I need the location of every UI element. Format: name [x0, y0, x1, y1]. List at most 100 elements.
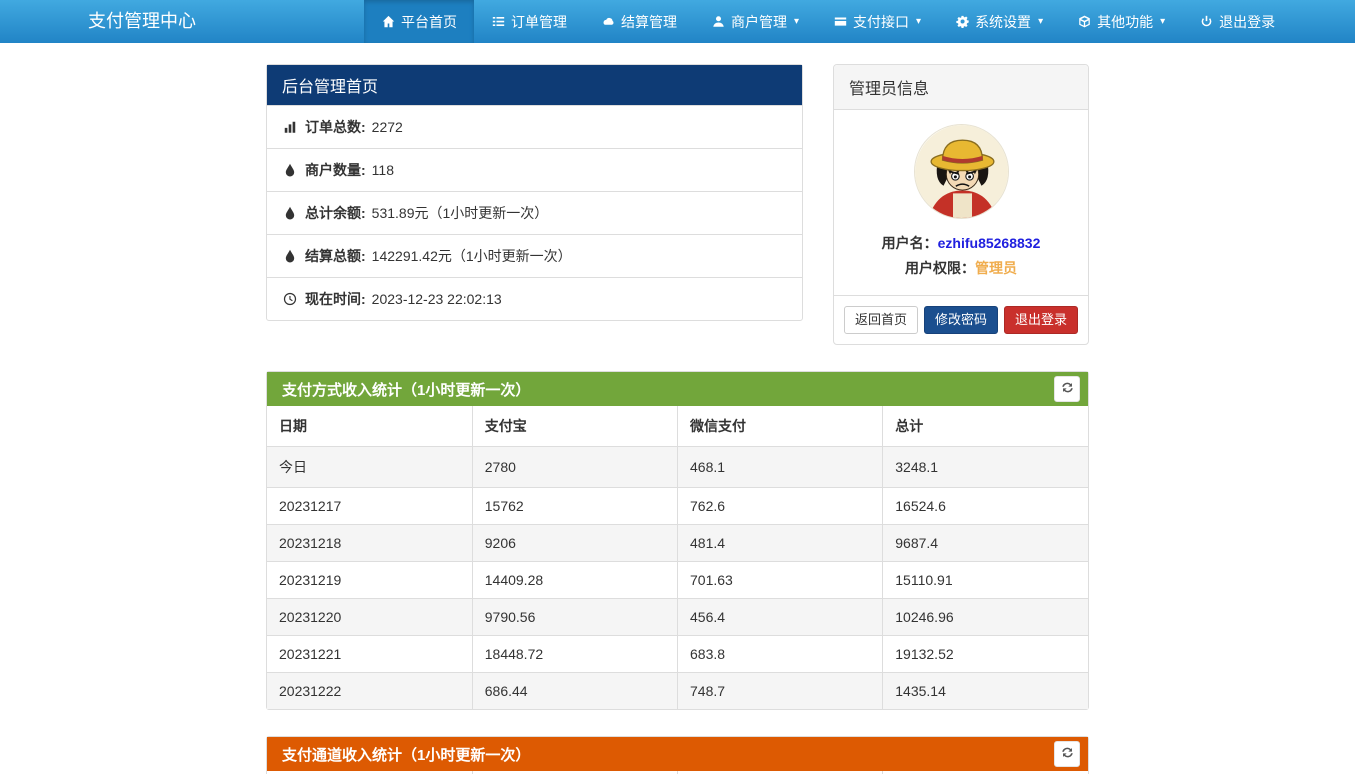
table-row: 今日 2780 468.1 3248.1 [267, 447, 1088, 488]
table-cell: 20231217 [267, 488, 472, 525]
nav-item-label: 支付接口 [853, 12, 909, 32]
table-cell: 18448.72 [472, 636, 677, 673]
cloud-icon [601, 15, 615, 29]
chevron-down-icon: ▾ [1160, 16, 1165, 27]
avatar [914, 124, 1009, 219]
table-cell: 20231218 [267, 525, 472, 562]
table-cell: 14409.28 [472, 562, 677, 599]
username-label: 用户名： [882, 235, 938, 251]
chevron-down-icon: ▾ [794, 16, 799, 27]
table-row: 20231221 18448.72 683.8 19132.52 [267, 636, 1088, 673]
table-header-cell: 日期 [267, 406, 472, 447]
table-cell: 15110.91 [883, 562, 1088, 599]
table-cell: 686.44 [472, 673, 677, 710]
chevron-down-icon: ▾ [916, 16, 921, 27]
table-cell: 468.1 [678, 447, 883, 488]
role-badge: 管理员 [975, 260, 1017, 276]
power-icon [1199, 15, 1213, 29]
table-header-cell: 微信支付 [678, 406, 883, 447]
stat-value: 531.89元（1小时更新一次） [372, 203, 549, 223]
refresh-icon [1061, 746, 1074, 762]
chevron-down-icon: ▾ [1038, 16, 1043, 27]
table-cell: 10246.96 [883, 599, 1088, 636]
username-link[interactable]: ezhifu85268832 [938, 235, 1041, 251]
stat-label: 结算总额: [305, 246, 366, 266]
table-cell: 19132.52 [883, 636, 1088, 673]
table-cell: 今日 [267, 447, 472, 488]
user-icon [711, 15, 725, 29]
payment-channel-income-panel: 支付通道收入统计（1小时更新一次） 日期 微信支付 支付宝1 总计 [266, 736, 1089, 774]
payment-method-income-title: 支付方式收入统计（1小时更新一次） [282, 379, 530, 400]
nav-item-label: 订单管理 [511, 12, 567, 32]
stat-label: 总计余额: [305, 203, 366, 223]
table-cell: 3248.1 [883, 447, 1088, 488]
refresh-button[interactable] [1054, 741, 1080, 767]
dashboard-panel-title: 后台管理首页 [267, 65, 802, 105]
table-row: 20231219 14409.28 701.63 15110.91 [267, 562, 1088, 599]
nav-item-merchant-management[interactable]: 商户管理 ▾ [694, 0, 816, 43]
change-password-button[interactable]: 修改密码 [924, 306, 998, 334]
page-content: 后台管理首页 订单总数: 2272 商户数量: 118 总计余额: 531.89… [266, 64, 1089, 774]
table-cell: 683.8 [678, 636, 883, 673]
table-header-row: 日期 支付宝 微信支付 总计 [267, 406, 1088, 447]
table-cell: 20231220 [267, 599, 472, 636]
gear-icon [955, 15, 969, 29]
admin-panel-title: 管理员信息 [834, 65, 1088, 110]
admin-actions: 返回首页 修改密码 退出登录 [834, 295, 1088, 344]
table-row: 20231217 15762 762.6 16524.6 [267, 488, 1088, 525]
nav-item-label: 商户管理 [731, 12, 787, 32]
table-header-cell: 支付宝 [472, 406, 677, 447]
stat-row-settlement-total: 结算总额: 142291.42元（1小时更新一次） [267, 234, 802, 277]
role-label: 用户权限： [905, 260, 975, 276]
table-cell: 9206 [472, 525, 677, 562]
admin-info-panel: 管理员信息 [833, 64, 1089, 345]
bar-chart-icon [282, 120, 297, 135]
droplet-icon [282, 249, 297, 264]
stat-row-current-time: 现在时间: 2023-12-23 22:02:13 [267, 277, 802, 320]
nav-item-system-settings[interactable]: 系统设置 ▾ [938, 0, 1060, 43]
nav-item-platform-home[interactable]: 平台首页 [364, 0, 474, 43]
droplet-icon [282, 163, 297, 178]
nav-item-payment-interface[interactable]: 支付接口 ▾ [816, 0, 938, 43]
nav-item-label: 平台首页 [401, 12, 457, 32]
cube-icon [1077, 15, 1091, 29]
stat-row-total-balance: 总计余额: 531.89元（1小时更新一次） [267, 191, 802, 234]
table-cell: 481.4 [678, 525, 883, 562]
username-row: 用户名：ezhifu85268832 [844, 233, 1078, 253]
table-cell: 16524.6 [883, 488, 1088, 525]
payment-method-income-panel: 支付方式收入统计（1小时更新一次） 日期 支付宝 微信支付 总计 今日 2780… [266, 371, 1089, 710]
stat-label: 现在时间: [305, 289, 366, 309]
list-icon [491, 15, 505, 29]
refresh-button[interactable] [1054, 376, 1080, 402]
table-cell: 9687.4 [883, 525, 1088, 562]
logout-button[interactable]: 退出登录 [1004, 306, 1078, 334]
table-cell: 20231219 [267, 562, 472, 599]
back-home-button[interactable]: 返回首页 [844, 306, 918, 334]
app-title: 支付管理中心 [88, 0, 196, 43]
table-cell: 701.63 [678, 562, 883, 599]
table-cell: 456.4 [678, 599, 883, 636]
nav-item-order-management[interactable]: 订单管理 [474, 0, 584, 43]
stat-row-total-orders: 订单总数: 2272 [267, 105, 802, 148]
home-icon [381, 15, 395, 29]
refresh-icon [1061, 381, 1074, 397]
nav-item-settlement-management[interactable]: 结算管理 [584, 0, 694, 43]
dashboard-panel: 后台管理首页 订单总数: 2272 商户数量: 118 总计余额: 531.89… [266, 64, 803, 321]
nav-item-logout[interactable]: 退出登录 [1182, 0, 1292, 43]
table-cell: 9790.56 [472, 599, 677, 636]
credit-card-icon [833, 15, 847, 29]
clock-icon [282, 292, 297, 307]
stat-value: 2023-12-23 22:02:13 [372, 291, 502, 307]
nav-item-other-functions[interactable]: 其他功能 ▾ [1060, 0, 1182, 43]
table-cell: 748.7 [678, 673, 883, 710]
stat-value: 118 [372, 162, 394, 178]
table-row: 20231218 9206 481.4 9687.4 [267, 525, 1088, 562]
table-header-cell: 总计 [883, 406, 1088, 447]
nav-item-label: 其他功能 [1097, 12, 1153, 32]
stat-row-merchant-count: 商户数量: 118 [267, 148, 802, 191]
table-cell: 1435.14 [883, 673, 1088, 710]
role-row: 用户权限：管理员 [844, 258, 1078, 278]
table-cell: 15762 [472, 488, 677, 525]
nav-item-label: 结算管理 [621, 12, 677, 32]
stat-label: 订单总数: [305, 117, 366, 137]
